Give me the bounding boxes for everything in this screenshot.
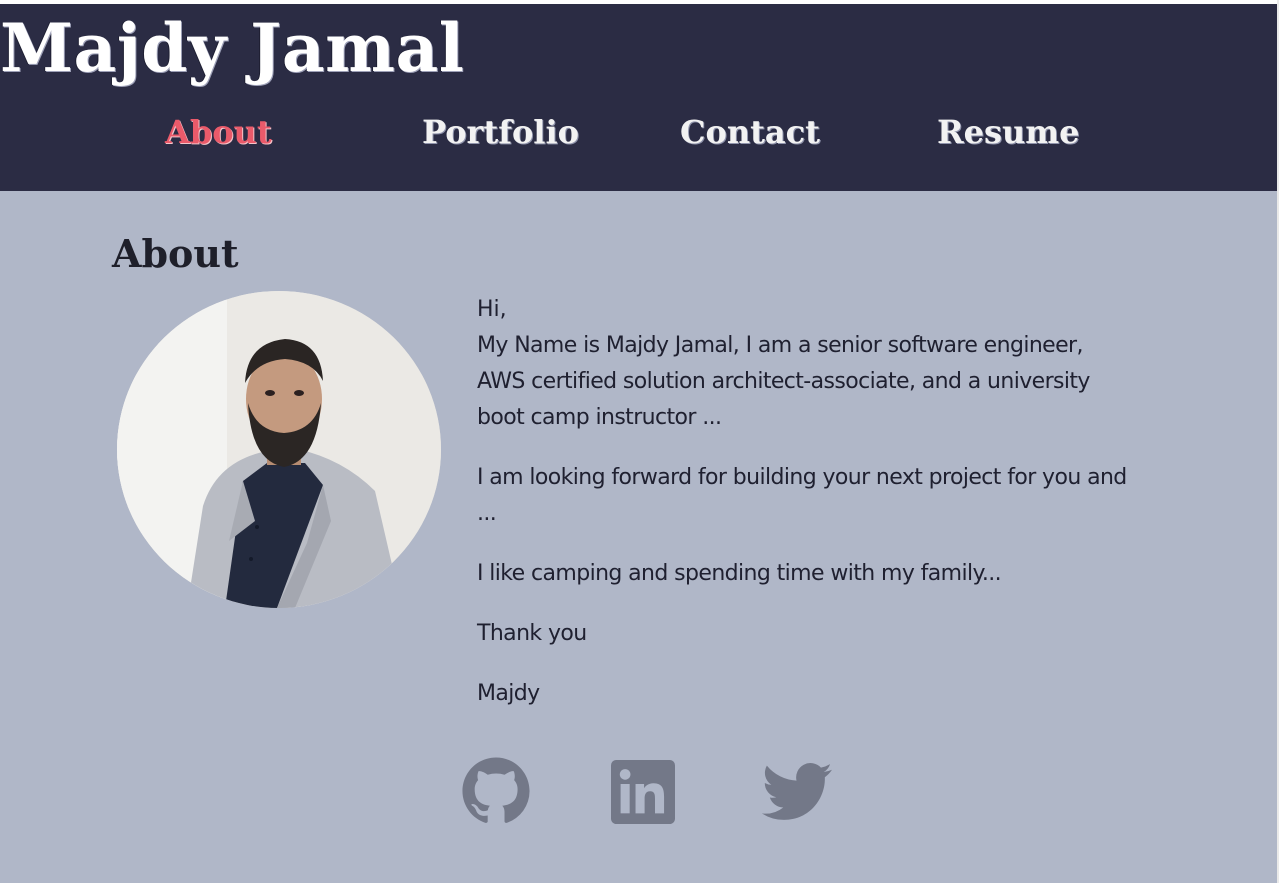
about-heading: About <box>112 231 239 276</box>
bio-thanks: Thank you <box>477 621 587 646</box>
bio-intro: My Name is Majdy Jamal, I am a senior so… <box>477 333 1090 430</box>
profile-photo <box>117 291 441 608</box>
site-header: Majdy Jamal About Portfolio Contact Resu… <box>0 4 1277 191</box>
nav-contact[interactable]: Contact <box>680 104 820 160</box>
nav-portfolio[interactable]: Portfolio <box>422 104 579 160</box>
main-nav: About Portfolio Contact Resume <box>0 104 1277 164</box>
bio-greeting: Hi, <box>477 297 507 322</box>
github-icon[interactable] <box>461 756 531 826</box>
social-links <box>0 750 1279 840</box>
site-title[interactable]: Majdy Jamal <box>0 0 464 96</box>
about-bio: Hi, My Name is Majdy Jamal, I am a senio… <box>477 292 1137 736</box>
linkedin-icon[interactable] <box>611 760 675 824</box>
nav-resume[interactable]: Resume <box>937 104 1079 160</box>
profile-photo-illustration <box>117 291 441 608</box>
bio-hobbies: I like camping and spending time with my… <box>477 561 1002 586</box>
page: Majdy Jamal About Portfolio Contact Resu… <box>0 0 1279 883</box>
bio-project: I am looking forward for building your n… <box>477 465 1127 526</box>
bio-signature: Majdy <box>477 681 540 706</box>
nav-about[interactable]: About <box>165 104 272 160</box>
twitter-icon[interactable] <box>762 762 832 822</box>
